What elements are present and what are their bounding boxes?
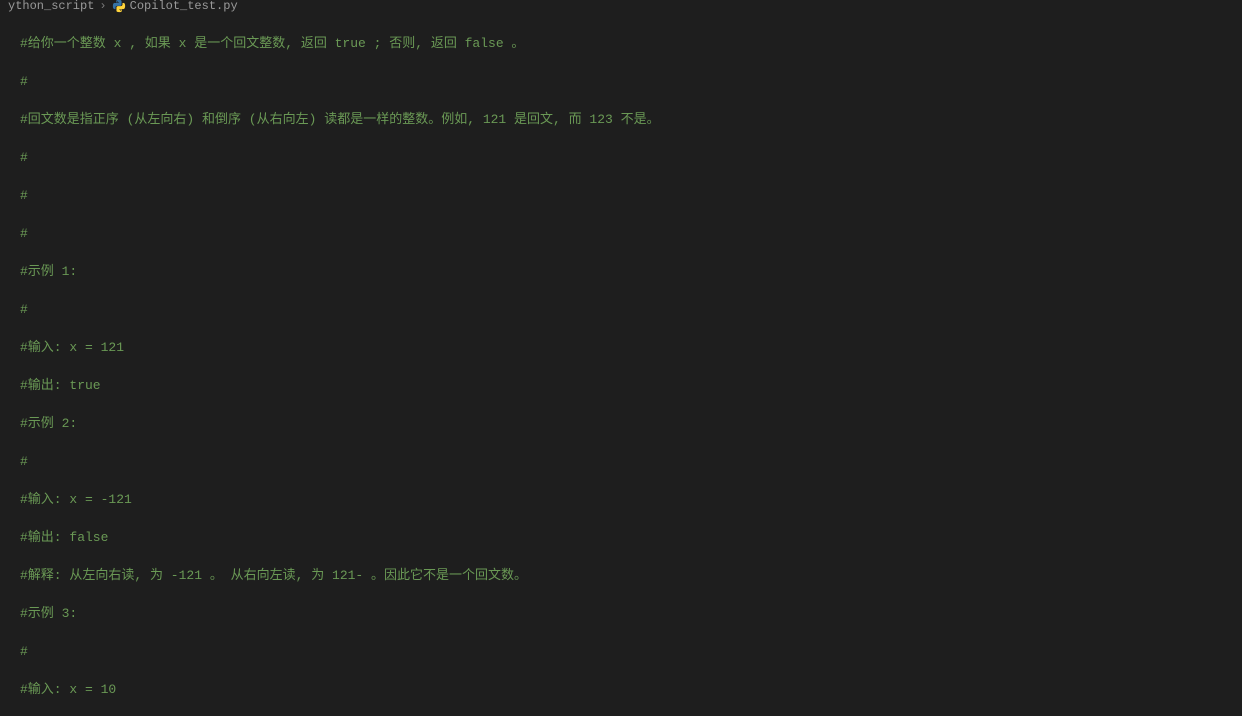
comment-line: # (20, 454, 28, 469)
comment-line: #输出: true (20, 378, 101, 393)
comment-line: # (20, 150, 28, 165)
comment-line: #输入: x = 10 (20, 682, 116, 697)
breadcrumb-file[interactable]: Copilot_test.py (130, 0, 238, 16)
comment-line: #示例 1: (20, 264, 77, 279)
comment-line: # (20, 226, 28, 241)
comment-line: #输出: false (20, 530, 108, 545)
code-editor[interactable]: #给你一个整数 x , 如果 x 是一个回文整数, 返回 true ; 否则, … (0, 12, 1242, 716)
comment-line: # (20, 644, 28, 659)
comment-line: #回文数是指正序 (从左向右) 和倒序 (从右向左) 读都是一样的整数。例如, … (20, 112, 660, 127)
comment-line: #解释: 从左向右读, 为 -121 。 从右向左读, 为 121- 。因此它不… (20, 568, 527, 583)
breadcrumb-folder[interactable]: ython_script (8, 0, 94, 16)
python-file-icon (112, 0, 126, 13)
comment-line: # (20, 74, 28, 89)
comment-line: # (20, 188, 36, 203)
comment-line: #示例 2: (20, 416, 77, 431)
comment-line: # (20, 302, 28, 317)
comment-line: #给你一个整数 x , 如果 x 是一个回文整数, 返回 true ; 否则, … (20, 36, 524, 51)
breadcrumb[interactable]: ython_script › Copilot_test.py (0, 0, 1242, 12)
comment-line: #输入: x = -121 (20, 492, 132, 507)
comment-line: #示例 3: (20, 606, 77, 621)
breadcrumb-separator: › (99, 0, 106, 16)
comment-line: #输入: x = 121 (20, 340, 124, 355)
